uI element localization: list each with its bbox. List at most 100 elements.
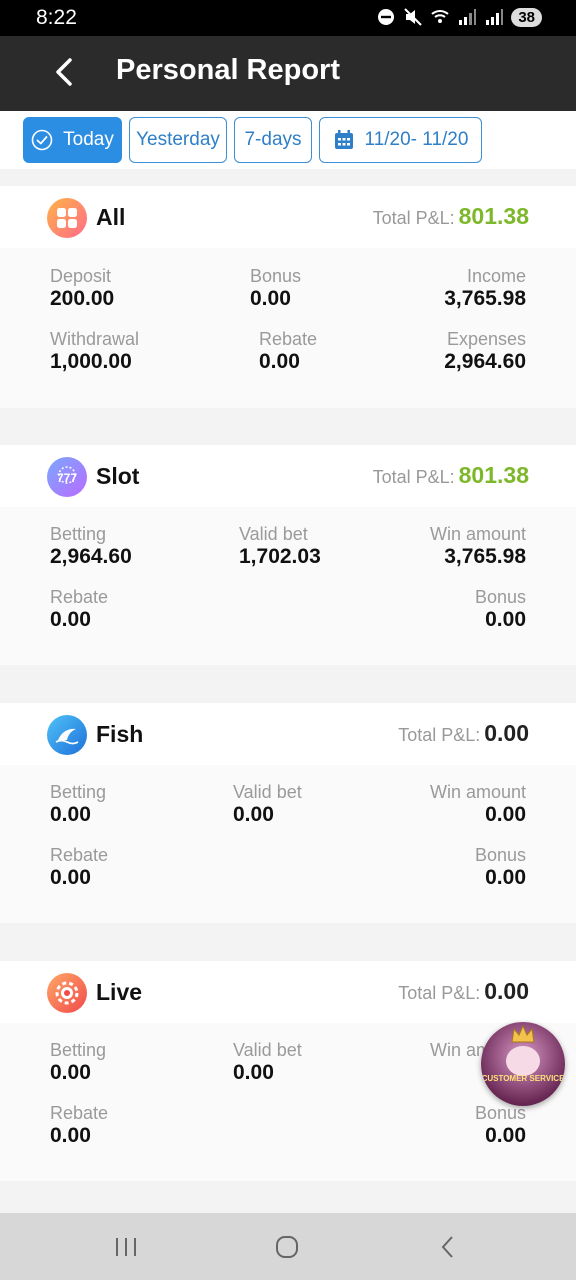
metric-label: Deposit <box>50 266 112 286</box>
customer-service-label: CUSTOMER SERVICE <box>481 1074 565 1083</box>
total-pl-value: 0.00 <box>484 978 529 1004</box>
check-circle-icon <box>31 129 53 151</box>
signal-icon <box>459 9 477 25</box>
total-pl-value: 0.00 <box>484 720 529 746</box>
metric-value: 1,702.03 <box>239 545 321 568</box>
metric-value: 0.00 <box>485 866 526 889</box>
metric-betting: Betting 0.00 <box>50 781 106 827</box>
metric-value: 200.00 <box>50 287 115 310</box>
metric-label: Income <box>466 266 526 286</box>
report-card-fish: Fish Total P&L: 0.00 Betting 0.00 Valid b… <box>0 703 576 923</box>
metric-rebate: Rebate 0.00 <box>259 328 317 374</box>
total-pl: Total P&L: 801.38 <box>373 462 529 489</box>
metric-label: Win amount <box>429 524 526 544</box>
total-pl-value: 801.38 <box>458 462 529 488</box>
metric-valid-bet: Valid bet 1,702.03 <box>239 523 321 569</box>
metric-rebate: Rebate 0.00 <box>50 844 108 890</box>
total-pl-value: 801.38 <box>458 203 529 229</box>
avatar <box>506 1046 540 1076</box>
metric-label: Bonus <box>250 266 302 286</box>
signal-icon-2 <box>486 9 504 25</box>
metric-value: 0.00 <box>50 803 91 826</box>
metric-valid-bet: Valid bet 0.00 <box>233 1039 302 1085</box>
metric-betting: Betting 2,964.60 <box>50 523 132 569</box>
filter-7days-button[interactable]: 7-days <box>234 117 312 163</box>
metric-value: 0.00 <box>250 287 291 310</box>
report-card-all: All Total P&L: 801.38 Deposit 200.00 Bonu… <box>0 186 576 408</box>
date-range-picker[interactable]: 11/20- 11/20 <box>319 117 482 163</box>
metric-label: Rebate <box>50 845 109 865</box>
battery-level: 38 <box>511 7 542 27</box>
mute-icon <box>404 8 423 26</box>
metric-label: Valid bet <box>239 524 308 544</box>
nav-back-button[interactable] <box>428 1231 468 1263</box>
metric-label: Valid bet <box>233 1040 302 1060</box>
card-header: Fish Total P&L: 0.00 <box>0 703 576 765</box>
all-category-icon <box>47 198 87 238</box>
customer-service-button[interactable]: CUSTOMER SERVICE <box>481 1022 565 1106</box>
metric-valid-bet: Valid bet 0.00 <box>233 781 302 827</box>
metric-deposit: Deposit 200.00 <box>50 265 114 311</box>
metric-bonus: Bonus 0.00 <box>475 844 526 890</box>
back-arrow-icon <box>441 1236 453 1258</box>
category-name: Slot <box>96 463 140 489</box>
metric-label: Rebate <box>50 587 109 607</box>
metric-label: Rebate <box>259 329 318 349</box>
status-time: 8:22 <box>36 6 77 29</box>
filter-today-label: Today <box>63 129 114 150</box>
metric-rebate: Rebate 0.00 <box>50 1102 108 1148</box>
metric-value: 0.00 <box>50 1061 91 1084</box>
svg-text:777: 777 <box>57 471 77 485</box>
total-pl: Total P&L: 801.38 <box>373 203 529 230</box>
metric-value: 0.00 <box>50 608 91 631</box>
metric-income: Income 3,765.98 <box>444 265 526 311</box>
metric-label: Valid bet <box>233 782 302 802</box>
metric-value: 0.00 <box>485 1124 526 1147</box>
back-button[interactable] <box>44 52 84 92</box>
metric-value: 2,964.60 <box>444 350 526 373</box>
card-body: Betting 0.00 Valid bet 0.00 Win amount 0… <box>0 765 576 923</box>
metric-bonus: Bonus 0.00 <box>475 1102 526 1148</box>
card-header: 777 Slot Total P&L: 801.38 <box>0 445 576 507</box>
metric-value: 0.00 <box>485 803 526 826</box>
card-header: Live Total P&L: 0.00 <box>0 961 576 1023</box>
metric-label: Rebate <box>50 1103 109 1123</box>
total-pl: Total P&L: 0.00 <box>398 720 529 747</box>
status-icons: 38 <box>376 7 542 27</box>
slot-category-icon: 777 <box>47 457 87 497</box>
date-range-label: 11/20- 11/20 <box>364 129 469 150</box>
metric-label: Bonus <box>474 587 526 607</box>
metric-value: 0.00 <box>485 608 526 631</box>
filter-yesterday-button[interactable]: Yesterday <box>129 117 227 163</box>
metric-value: 0.00 <box>233 803 274 826</box>
metric-bonus: Bonus 0.00 <box>250 265 301 311</box>
metric-betting: Betting 0.00 <box>50 1039 106 1085</box>
filter-today-button[interactable]: Today <box>23 117 122 163</box>
metric-label: Withdrawal <box>50 329 140 349</box>
metric-label: Bonus <box>474 845 526 865</box>
total-pl-label: Total P&L: <box>372 467 455 487</box>
metric-value: 0.00 <box>50 866 91 889</box>
home-button[interactable] <box>267 1231 307 1263</box>
metric-withdrawal: Withdrawal 1,000.00 <box>50 328 139 374</box>
category-name: Live <box>96 979 143 1005</box>
metric-value: 1,000.00 <box>50 350 132 373</box>
metric-value: 3,765.98 <box>444 545 526 568</box>
recent-apps-button[interactable] <box>106 1231 146 1263</box>
total-pl-label: Total P&L: <box>398 725 481 745</box>
card-header: All Total P&L: 801.38 <box>0 186 576 248</box>
metric-value: 0.00 <box>259 350 300 373</box>
live-category-icon <box>47 973 87 1013</box>
metric-label: Expenses <box>446 329 526 349</box>
chevron-left-icon <box>56 58 72 86</box>
metric-expenses: Expenses 2,964.60 <box>444 328 526 374</box>
metric-value: 0.00 <box>50 1124 91 1147</box>
metric-win-amount: Win amount 0.00 <box>430 781 526 827</box>
metric-label: Betting <box>50 1040 107 1060</box>
metric-label: Betting <box>50 524 107 544</box>
do-not-disturb-icon <box>378 9 395 25</box>
home-icon <box>276 1236 298 1258</box>
category-name: All <box>96 204 126 230</box>
page-title: Personal Report <box>116 54 340 86</box>
filter-yesterday-label: Yesterday <box>136 129 220 150</box>
